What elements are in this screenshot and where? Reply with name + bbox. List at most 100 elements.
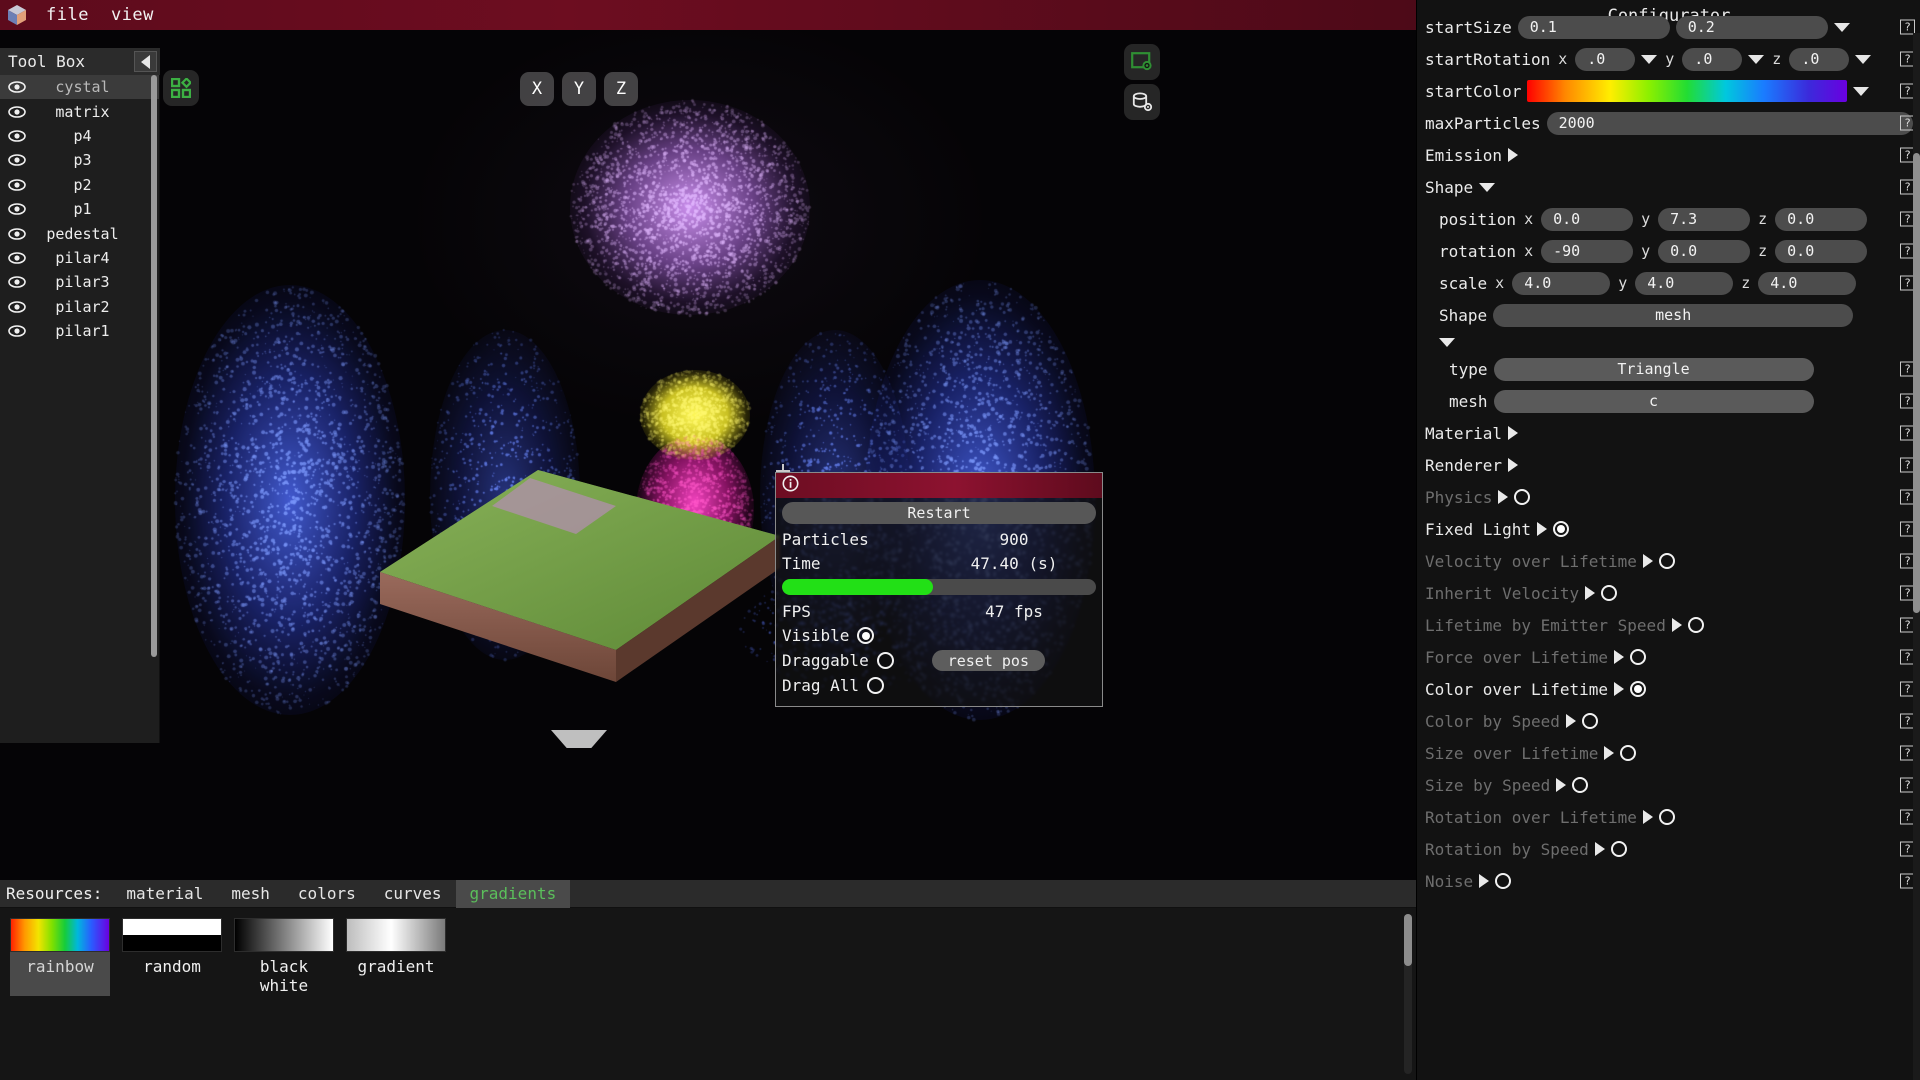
start-size-min-field[interactable]: 0.1 bbox=[1517, 15, 1670, 39]
viewport-3d[interactable]: X Y Z bbox=[0, 30, 1416, 880]
toolbox-item-p3[interactable]: p3 bbox=[0, 148, 159, 172]
module-enable-radio[interactable] bbox=[1610, 841, 1627, 857]
module-enable-radio[interactable] bbox=[1495, 873, 1512, 889]
toolbox-item-p2[interactable]: p2 bbox=[0, 173, 159, 197]
shape-scale-y-field[interactable]: 4.0 bbox=[1635, 271, 1734, 295]
resource-swatch-black-white[interactable]: black white bbox=[234, 918, 334, 996]
eye-visibility-icon[interactable] bbox=[6, 252, 28, 264]
module-expand-arrow-icon[interactable] bbox=[1565, 714, 1576, 728]
resource-swatch-rainbow[interactable]: rainbow bbox=[10, 918, 110, 996]
shape-scale-z-field[interactable]: 4.0 bbox=[1758, 271, 1857, 295]
toolbox-item-p4[interactable]: p4 bbox=[0, 124, 159, 148]
axis-button-x[interactable]: X bbox=[520, 72, 554, 106]
module-enable-radio[interactable] bbox=[1572, 777, 1589, 793]
max-particles-field[interactable]: 2000 bbox=[1546, 111, 1913, 135]
eye-visibility-icon[interactable] bbox=[6, 130, 28, 142]
stats-window-titlebar[interactable] bbox=[776, 473, 1102, 498]
eye-visibility-icon[interactable] bbox=[6, 325, 28, 337]
start-rotation-z-field[interactable]: .0 bbox=[1789, 47, 1850, 71]
module-row-color-by-speed[interactable]: Color by Speed? bbox=[1417, 705, 1920, 737]
eye-visibility-icon[interactable] bbox=[6, 81, 28, 93]
toggle-visible-radio[interactable] bbox=[857, 627, 875, 644]
module-enable-radio[interactable] bbox=[1514, 489, 1531, 505]
module-row-velocity-over-lifetime[interactable]: Velocity over Lifetime? bbox=[1417, 545, 1920, 577]
resource-swatch-gradient[interactable]: gradient bbox=[346, 918, 446, 996]
configurator-scroll-area[interactable]: startSize 0.1 0.2 ? startRotation x .0 y… bbox=[1417, 15, 1920, 1080]
shape-rotation-x-field[interactable]: -90 bbox=[1541, 239, 1634, 263]
reset-pos-button[interactable]: reset pos bbox=[931, 650, 1045, 671]
eye-visibility-icon[interactable] bbox=[6, 227, 28, 240]
module-expand-arrow-icon[interactable] bbox=[1642, 810, 1653, 824]
toolbox-item-pilar3[interactable]: pilar3 bbox=[0, 270, 159, 294]
resources-scrollbar[interactable] bbox=[1404, 914, 1412, 1074]
toolbox-item-pilar2[interactable]: pilar2 bbox=[0, 295, 159, 319]
module-row-size-over-lifetime[interactable]: Size over Lifetime? bbox=[1417, 737, 1920, 769]
resource-swatch-random[interactable]: random bbox=[122, 918, 222, 996]
eye-visibility-icon[interactable] bbox=[6, 105, 28, 118]
start-size-dropdown-caret-icon[interactable] bbox=[1833, 22, 1850, 32]
toolbox-item-cystal[interactable]: cystal bbox=[0, 75, 159, 100]
module-expand-arrow-icon[interactable] bbox=[1498, 490, 1509, 504]
shape-mesh-field[interactable]: c bbox=[1493, 389, 1814, 413]
module-enable-radio[interactable] bbox=[1658, 553, 1675, 569]
toolbox-item-list[interactable]: cystal matrix p4 p3 p2 p1 pedestal pilar4 pilar3… bbox=[0, 75, 160, 743]
toolbox-scrollbar[interactable] bbox=[151, 75, 157, 743]
module-expand-arrow-icon[interactable] bbox=[1604, 746, 1615, 760]
eye-visibility-icon[interactable] bbox=[6, 203, 28, 215]
shape-type-field[interactable]: Triangle bbox=[1493, 357, 1814, 381]
module-row-material[interactable]: Material? bbox=[1417, 417, 1920, 449]
module-expand-arrow-icon[interactable] bbox=[1556, 778, 1567, 792]
resources-tab-gradients[interactable]: gradients bbox=[455, 879, 571, 908]
module-row-fixed-light[interactable]: Fixed Light? bbox=[1417, 513, 1920, 545]
eye-visibility-icon[interactable] bbox=[6, 178, 28, 191]
module-row-rotation-by-speed[interactable]: Rotation by Speed? bbox=[1417, 833, 1920, 865]
module-expand-arrow-icon[interactable] bbox=[1614, 650, 1625, 664]
module-row-inherit-velocity[interactable]: Inherit Velocity? bbox=[1417, 577, 1920, 609]
collapse-left-icon[interactable] bbox=[134, 51, 157, 72]
resources-scrollbar-thumb[interactable] bbox=[1404, 914, 1412, 966]
module-expand-arrow-icon[interactable] bbox=[1508, 458, 1519, 472]
eye-visibility-icon[interactable] bbox=[6, 276, 28, 289]
shape-position-x-field[interactable]: 0.0 bbox=[1541, 207, 1634, 231]
start-size-max-field[interactable]: 0.2 bbox=[1675, 15, 1828, 39]
menu-item-file[interactable]: file bbox=[42, 4, 93, 26]
shape-position-z-field[interactable]: 0.0 bbox=[1775, 207, 1868, 231]
module-enable-radio[interactable] bbox=[1687, 617, 1704, 633]
module-expand-arrow-icon[interactable] bbox=[1585, 586, 1596, 600]
resources-tab-curves[interactable]: curves bbox=[370, 880, 456, 908]
module-row-size-by-speed[interactable]: Size by Speed? bbox=[1417, 769, 1920, 801]
start-color-caret-icon[interactable] bbox=[1853, 86, 1870, 96]
module-expand-arrow-icon[interactable] bbox=[1642, 554, 1653, 568]
toolbox-item-pilar4[interactable]: pilar4 bbox=[0, 246, 159, 270]
toggle-drag-all-radio[interactable] bbox=[867, 677, 885, 694]
module-enable-radio[interactable] bbox=[1658, 809, 1675, 825]
start-rotation-x-caret-icon[interactable] bbox=[1641, 54, 1658, 64]
start-rotation-y-field[interactable]: .0 bbox=[1682, 47, 1743, 71]
toolbox-item-matrix[interactable]: matrix bbox=[0, 99, 159, 123]
module-enable-radio[interactable] bbox=[1552, 521, 1569, 537]
module-row-renderer[interactable]: Renderer? bbox=[1417, 449, 1920, 481]
toolbox-item-p1[interactable]: p1 bbox=[0, 197, 159, 221]
configurator-scrollbar[interactable] bbox=[1913, 33, 1920, 1080]
grid-tool-icon[interactable] bbox=[163, 70, 199, 106]
module-enable-radio[interactable] bbox=[1581, 713, 1598, 729]
start-rotation-z-caret-icon[interactable] bbox=[1855, 54, 1872, 64]
module-expand-arrow-icon[interactable] bbox=[1594, 842, 1605, 856]
module-row-color-over-lifetime[interactable]: Color over Lifetime? bbox=[1417, 673, 1920, 705]
screenshot-tool-icon[interactable] bbox=[1124, 44, 1160, 80]
restart-button[interactable]: Restart bbox=[782, 502, 1096, 524]
resources-tab-colors[interactable]: colors bbox=[284, 880, 370, 908]
eye-visibility-icon[interactable] bbox=[6, 300, 28, 313]
module-row-rotation-over-lifetime[interactable]: Rotation over Lifetime? bbox=[1417, 801, 1920, 833]
menu-item-view[interactable]: view bbox=[107, 4, 158, 26]
module-row-force-over-lifetime[interactable]: Force over Lifetime? bbox=[1417, 641, 1920, 673]
row-shape[interactable]: Shape ? bbox=[1417, 171, 1920, 203]
module-row-noise[interactable]: Noise? bbox=[1417, 865, 1920, 897]
configurator-scrollbar-thumb[interactable] bbox=[1913, 153, 1920, 613]
shape-rotation-z-field[interactable]: 0.0 bbox=[1775, 239, 1868, 263]
emission-expand-arrow-icon[interactable] bbox=[1508, 148, 1519, 162]
module-expand-arrow-icon[interactable] bbox=[1614, 682, 1625, 696]
toolbox-item-pilar1[interactable]: pilar1 bbox=[0, 319, 159, 343]
row-emission[interactable]: Emission ? bbox=[1417, 139, 1920, 171]
toolbox-scrollbar-thumb[interactable] bbox=[151, 75, 157, 657]
